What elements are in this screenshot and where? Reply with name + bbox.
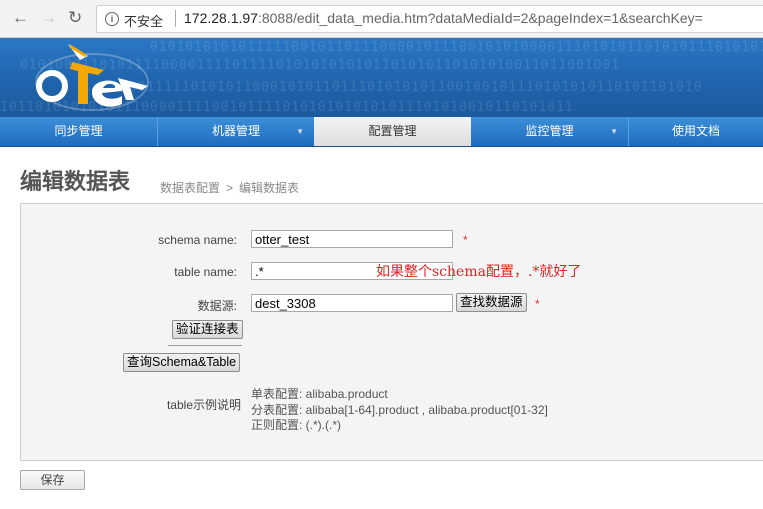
menu-item-label: 机器管理	[211, 124, 260, 138]
required-mark: *	[535, 297, 540, 311]
page-title: 编辑数据表	[20, 169, 131, 194]
examples-label: table示例说明	[166, 398, 241, 412]
find-data-source-button[interactable]: 查找数据源	[456, 293, 527, 312]
menu-item-label: 配置管理	[368, 124, 417, 138]
main-menu: 同步管理 机器管理 ▼ 配置管理 监控管理 ▼ 使用文档	[0, 117, 763, 147]
insecure-label: 不安全	[124, 14, 164, 29]
schema-name-input[interactable]	[251, 230, 453, 248]
url-host: 172.28.1.97	[184, 10, 258, 26]
browser-toolbar: ← → ↻ i 不安全 172.28.1.97:8088/edit_data_m…	[0, 0, 763, 38]
save-button[interactable]: 保存	[20, 470, 85, 490]
example-sharded-table: 分表配置: alibaba[1-64].product , alibaba.pr…	[251, 402, 548, 417]
menu-item-monitor[interactable]: 监控管理 ▼	[471, 117, 628, 146]
menu-item-sync[interactable]: 同步管理	[0, 117, 157, 146]
info-icon[interactable]: i	[105, 12, 119, 26]
breadcrumb-separator: >	[226, 181, 234, 195]
breadcrumb-parent-link[interactable]: 数据表配置	[160, 181, 220, 195]
menu-item-machine[interactable]: 机器管理 ▼	[158, 117, 314, 146]
reload-icon[interactable]: ↻	[68, 8, 82, 28]
header-banner: 0101010101011111001011011100001011100101…	[0, 38, 763, 117]
forward-arrow-icon[interactable]: →	[40, 8, 57, 28]
binary-pattern: 0101010101011111001011011100001011100101…	[150, 40, 763, 55]
dropdown-arrow-icon: ▼	[610, 127, 618, 136]
otter-logo[interactable]	[30, 42, 160, 116]
menu-item-label: 监控管理	[525, 124, 574, 138]
menu-item-docs[interactable]: 使用文档	[629, 117, 763, 146]
breadcrumb: 数据表配置 > 编辑数据表	[160, 179, 299, 196]
address-separator	[175, 10, 176, 27]
address-bar[interactable]: i 不安全 172.28.1.97:8088/edit_data_media.h…	[96, 5, 763, 33]
url-path: :8088/edit_data_media.htm?dataMediaId=2&…	[257, 10, 703, 26]
schema-name-label: schema name:	[158, 233, 237, 247]
annotation-text: 如果整个schema配置，.*就好了	[376, 264, 582, 280]
menu-item-label: 同步管理	[54, 124, 103, 138]
menu-item-label: 使用文档	[671, 124, 720, 138]
data-source-label: 数据源:	[197, 299, 237, 313]
back-arrow-icon[interactable]: ←	[12, 8, 29, 28]
divider	[168, 345, 242, 346]
binary-pattern: 0001111101010110001010110111010101011001…	[120, 80, 703, 95]
data-source-input[interactable]	[251, 294, 453, 312]
example-regex: 正则配置: (.*).(.*)	[251, 418, 341, 432]
dropdown-arrow-icon: ▼	[296, 127, 304, 136]
verify-connection-button[interactable]: 验证连接表	[172, 320, 243, 339]
example-single-table: 单表配置: alibaba.product	[251, 387, 388, 401]
breadcrumb-current: 编辑数据表	[239, 181, 300, 195]
required-mark: *	[463, 233, 468, 247]
examples-text: 单表配置: alibaba.product 分表配置: alibaba[1-64…	[251, 387, 548, 434]
menu-item-config[interactable]: 配置管理	[314, 117, 471, 146]
table-name-label: table name:	[174, 265, 237, 279]
url-text[interactable]: 172.28.1.97:8088/edit_data_media.htm?dat…	[184, 10, 703, 26]
query-schema-table-button[interactable]: 查询Schema&Table	[123, 353, 241, 372]
